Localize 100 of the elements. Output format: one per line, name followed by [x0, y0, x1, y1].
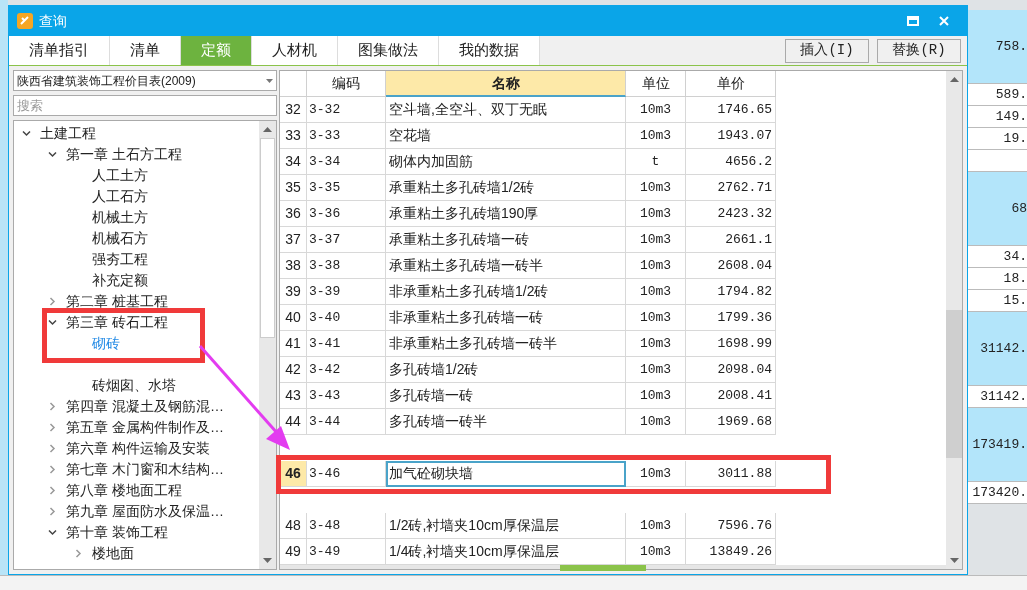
row-number: 40: [280, 305, 307, 331]
table-cell: 1969.68: [686, 409, 776, 435]
table-cell: 10m3: [626, 123, 686, 149]
table-cell: 10m3: [626, 461, 686, 487]
table-cell: 2608.04: [686, 253, 776, 279]
table-cell: 10m3: [626, 409, 686, 435]
background-cell-text: 173419.: [972, 435, 1027, 454]
tree-item[interactable]: 楼地面: [92, 543, 134, 564]
app-icon: [17, 13, 33, 29]
chevron-down-icon[interactable]: [48, 318, 57, 327]
table-cell: 砌体内加固筋: [386, 149, 626, 175]
table-cell: 1746.65: [686, 97, 776, 123]
tree-item[interactable]: 第十章 装饰工程: [66, 522, 168, 543]
action-button[interactable]: 替换(R): [877, 38, 961, 63]
dropdown-value: 陕西省建筑装饰工程价目表(2009): [17, 72, 197, 90]
table-cell: 非承重粘土多孔砖墙1/2砖: [386, 279, 626, 305]
column-header[interactable]: 单位: [626, 71, 686, 97]
tree-scrollbar[interactable]: [259, 121, 276, 569]
column-header[interactable]: 单价: [686, 71, 776, 97]
table-cell: 3-37: [307, 227, 386, 253]
row-number: 37: [280, 227, 307, 253]
chevron-right-icon[interactable]: [48, 402, 57, 411]
background-cell-text: 173420.: [972, 483, 1027, 502]
chevron-right-icon[interactable]: [48, 444, 57, 453]
tree-item[interactable]: 第七章 木门窗和木结构…: [66, 459, 224, 480]
tree-item[interactable]: 人工石方: [92, 186, 148, 207]
table-cell: 10m3: [626, 331, 686, 357]
table-cell: 3-46: [307, 461, 386, 487]
dropdown-arrow-icon: [266, 78, 273, 83]
tree-item[interactable]: 第九章 屋面防水及保温…: [66, 501, 224, 522]
horizontal-scrollbar[interactable]: [280, 565, 946, 569]
row-number: 36: [280, 201, 307, 227]
maximize-icon[interactable]: [907, 16, 919, 26]
table-cell: 2661.1: [686, 227, 776, 253]
chevron-right-icon[interactable]: [48, 507, 57, 516]
table-cell: 3-40: [307, 305, 386, 331]
chevron-right-icon[interactable]: [48, 423, 57, 432]
tree-item[interactable]: 砌砖: [92, 333, 120, 354]
tree-item[interactable]: 第六章 构件运输及安装: [66, 438, 210, 459]
tree-item[interactable]: 第五章 金属构件制作及…: [66, 417, 224, 438]
scroll-down-icon[interactable]: [263, 558, 272, 563]
row-number: 46: [280, 461, 307, 487]
row-number: 41: [280, 331, 307, 357]
row-number: 38: [280, 253, 307, 279]
tree-item[interactable]: 人工土方: [92, 165, 148, 186]
tree-item[interactable]: 第四章 混凝土及钢筋混…: [66, 396, 224, 417]
table-cell: 多孔砖墙一砖: [386, 383, 626, 409]
background-cell-text: 18.: [1003, 269, 1027, 288]
table-cell: 非承重粘土多孔砖墙一砖: [386, 305, 626, 331]
tree-item[interactable]: 第三章 砖石工程: [66, 312, 168, 333]
row-number: 43: [280, 383, 307, 409]
table-cell: 7596.76: [686, 513, 776, 539]
library-dropdown[interactable]: 陕西省建筑装饰工程价目表(2009): [13, 70, 277, 91]
table-cell: 1943.07: [686, 123, 776, 149]
table-cell: 10m3: [626, 227, 686, 253]
row-number: 42: [280, 357, 307, 383]
table-cell: 3-41: [307, 331, 386, 357]
table-cell: 2762.71: [686, 175, 776, 201]
scroll-up-icon[interactable]: [263, 127, 272, 132]
row-number: 34: [280, 149, 307, 175]
tree-item[interactable]: 第八章 楼地面工程: [66, 480, 182, 501]
table-cell: 2423.32: [686, 201, 776, 227]
chevron-down-icon[interactable]: [48, 528, 57, 537]
table-scrollbar[interactable]: [946, 71, 962, 569]
action-button[interactable]: 插入(I): [785, 38, 869, 63]
table-cell: 非承重粘土多孔砖墙一砖半: [386, 331, 626, 357]
tree-item[interactable]: 第一章 土石方工程: [66, 144, 182, 165]
scroll-up-icon[interactable]: [949, 77, 959, 82]
chevron-down-icon[interactable]: [22, 129, 31, 138]
tree-item[interactable]: 砖烟囱、水塔: [92, 375, 176, 396]
chevron-right-icon[interactable]: [48, 297, 57, 306]
table-cell: 3-44: [307, 409, 386, 435]
tree-item[interactable]: 机械土方: [92, 207, 148, 228]
table-cell: 空花墙: [386, 123, 626, 149]
search-field[interactable]: 搜索: [13, 95, 277, 116]
chevron-right-icon[interactable]: [48, 465, 57, 474]
column-header[interactable]: 名称: [386, 71, 626, 97]
scroll-down-icon[interactable]: [949, 558, 959, 563]
table-cell: 多孔砖墙一砖半: [386, 409, 626, 435]
table-cell: 3-33: [307, 123, 386, 149]
table-cell: 10m3: [626, 357, 686, 383]
tree-item[interactable]: 第二章 桩基工程: [66, 291, 168, 312]
table-cell: 10m3: [626, 279, 686, 305]
table-cell: 空斗墙,全空斗、双丁无眠: [386, 97, 626, 123]
chevron-down-icon[interactable]: [48, 150, 57, 159]
chevron-right-icon[interactable]: [48, 486, 57, 495]
tree-item[interactable]: 补充定额: [92, 270, 148, 291]
table-cell: 3-34: [307, 149, 386, 175]
chevron-right-icon[interactable]: [74, 549, 83, 558]
close-icon[interactable]: [939, 16, 949, 26]
table-cell: 1698.99: [686, 331, 776, 357]
row-number: 32: [280, 97, 307, 123]
tree-item[interactable]: 机械石方: [92, 228, 148, 249]
tree-item[interactable]: 土建工程: [40, 123, 96, 144]
background-cell-text: 34.: [1003, 247, 1027, 266]
table-cell: 2098.04: [686, 357, 776, 383]
table-cell: 10m3: [626, 253, 686, 279]
table-cell: 1794.82: [686, 279, 776, 305]
tree-item[interactable]: 强夯工程: [92, 249, 148, 270]
table-cell: 承重粘土多孔砖墙190厚: [386, 201, 626, 227]
